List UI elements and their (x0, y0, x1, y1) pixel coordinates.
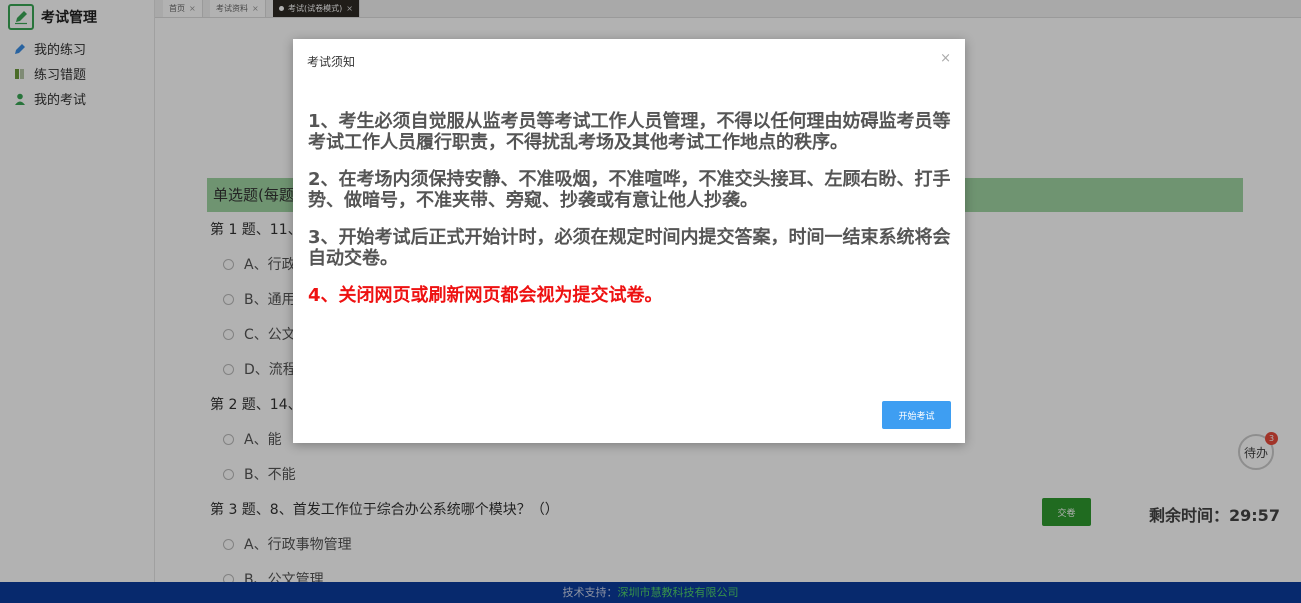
modal-body: 1、考生必须自觉服从监考员等考试工作人员管理，不得以任何理由妨碍监考员等考试工作… (308, 111, 953, 322)
close-icon[interactable]: × (940, 51, 951, 66)
start-exam-button[interactable]: 开始考试 (882, 401, 951, 429)
exam-notice-modal: 考试须知 × 1、考生必须自觉服从监考员等考试工作人员管理，不得以任何理由妨碍监… (293, 39, 965, 443)
rule-item: 3、开始考试后正式开始计时，必须在规定时间内提交答案，时间一结束系统将会自动交卷… (308, 227, 951, 269)
rule-item: 2、在考场内须保持安静、不准吸烟，不准喧哗，不准交头接耳、左顾右盼、打手势、做暗… (308, 169, 951, 211)
rule-item-warning: 4、关闭网页或刷新网页都会视为提交试卷。 (308, 285, 663, 306)
rule-item: 1、考生必须自觉服从监考员等考试工作人员管理，不得以任何理由妨碍监考员等考试工作… (308, 111, 951, 153)
modal-title: 考试须知 (307, 55, 356, 69)
